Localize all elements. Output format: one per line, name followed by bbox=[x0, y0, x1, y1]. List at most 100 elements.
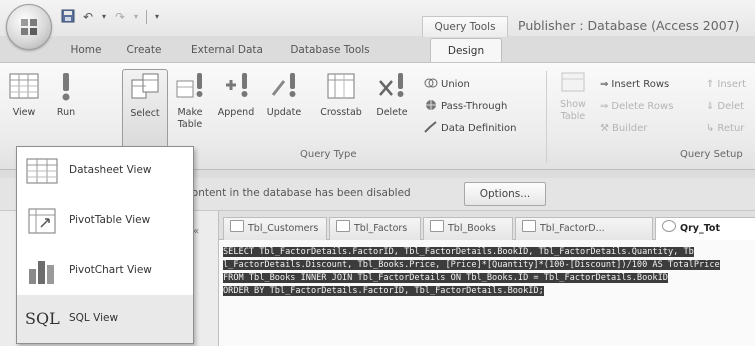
redo-icon[interactable]: ↷ bbox=[112, 9, 128, 25]
pivotchart-view-icon bbox=[29, 261, 54, 284]
delete-rows-icon: ⇒ bbox=[600, 101, 609, 112]
tab-home[interactable]: Home bbox=[60, 38, 112, 62]
show-table-label: Show Table bbox=[560, 99, 586, 122]
security-warning-text: n content in the database has been disab… bbox=[176, 187, 411, 199]
delete-rows-button[interactable]: ⇒ Delete Rows bbox=[600, 99, 673, 115]
return-icon: ↳ bbox=[706, 123, 715, 134]
delete-label: Delete bbox=[376, 107, 408, 118]
sql-line: FROM Tbl_Books INNER JOIN Tbl_FactorDeta… bbox=[223, 273, 668, 283]
office-button[interactable] bbox=[6, 4, 52, 50]
delete-columns-button[interactable]: ⇓ Delet bbox=[706, 99, 744, 115]
crosstab-icon bbox=[327, 73, 355, 99]
menu-item-label: PivotTable View bbox=[69, 214, 151, 226]
update-button[interactable]: Update bbox=[262, 69, 306, 119]
make-table-button[interactable]: Make Table bbox=[170, 69, 210, 131]
sql-text[interactable]: SELECT Tbl_FactorDetails.FactorID, Tbl_F… bbox=[223, 246, 751, 298]
group-divider bbox=[546, 71, 547, 163]
tab-tbl-factors[interactable]: Tbl_Factors bbox=[329, 217, 421, 240]
window-title: Publisher : Database (Access 2007) bbox=[518, 18, 740, 33]
run-button[interactable]: Run bbox=[46, 69, 86, 119]
tab-create[interactable]: Create bbox=[118, 38, 170, 62]
menu-item-datasheet-view[interactable]: Datasheet View bbox=[17, 147, 193, 195]
union-label: Union bbox=[441, 79, 470, 90]
query-type-group-label: Query Type bbox=[300, 149, 357, 160]
title-bar: ↶ ▾ ↷ ▾ ▾ Query Tools Publisher : Databa… bbox=[0, 0, 755, 37]
pass-through-label: Pass-Through bbox=[441, 101, 508, 112]
customize-icon[interactable]: ▾ bbox=[153, 9, 161, 25]
append-label: Append bbox=[217, 107, 255, 118]
menu-item-pivotchart-view[interactable]: PivotChart View bbox=[17, 247, 193, 295]
union-icon bbox=[424, 78, 438, 88]
menu-item-label: Datasheet View bbox=[69, 164, 152, 176]
pass-through-button[interactable]: Pass-Through bbox=[424, 99, 507, 115]
menu-item-label: PivotChart View bbox=[69, 264, 152, 276]
update-label: Update bbox=[266, 107, 302, 118]
table-icon bbox=[230, 220, 244, 232]
options-button[interactable]: Options... bbox=[464, 182, 546, 206]
view-label: View bbox=[12, 107, 36, 118]
save-icon[interactable] bbox=[60, 9, 76, 25]
delete-rows-label: Delete Rows bbox=[611, 101, 674, 112]
crosstab-button[interactable]: Crosstab bbox=[316, 69, 366, 119]
tab-design[interactable]: Design bbox=[430, 38, 502, 63]
office-logo-icon bbox=[21, 19, 37, 35]
insert-columns-icon: ⇑ bbox=[706, 79, 715, 90]
tab-label: Tbl_Customers bbox=[248, 223, 319, 234]
make-table-icon bbox=[176, 73, 203, 98]
tab-tbl-customers[interactable]: Tbl_Customers bbox=[223, 217, 327, 240]
pivottable-view-icon bbox=[28, 208, 56, 234]
query-tools-context-tab: Query Tools bbox=[422, 16, 508, 37]
select-query-icon bbox=[131, 73, 159, 99]
union-button[interactable]: Union bbox=[424, 77, 470, 93]
crosstab-label: Crosstab bbox=[320, 107, 362, 118]
tab-qry-tot[interactable]: Qry_Tot bbox=[655, 217, 755, 240]
show-table-button[interactable]: Show Table bbox=[556, 69, 590, 123]
insert-columns-button[interactable]: ⇑ Insert bbox=[706, 77, 746, 93]
view-button[interactable]: View bbox=[4, 69, 44, 119]
menu-item-sql-view[interactable]: SQL SQL View bbox=[17, 295, 193, 343]
sql-line: ORDER BY Tbl_FactorDetails.FactorID, Tbl… bbox=[223, 286, 544, 296]
builder-label: Builder bbox=[611, 123, 648, 134]
query-icon bbox=[662, 220, 676, 232]
view-dropdown-menu: Datasheet View PivotTable View PivotChar… bbox=[16, 146, 194, 344]
sql-view-icon: SQL bbox=[25, 309, 60, 328]
builder-button[interactable]: ⚒ Builder bbox=[600, 121, 647, 137]
insert-columns-label: Insert bbox=[717, 79, 747, 90]
datasheet-view-icon bbox=[9, 73, 39, 99]
tab-tbl-books[interactable]: Tbl_Books bbox=[423, 217, 513, 240]
sql-editor[interactable]: SELECT Tbl_FactorDetails.FactorID, Tbl_F… bbox=[219, 240, 755, 346]
delete-columns-label: Delet bbox=[717, 101, 745, 112]
qat-separator bbox=[146, 10, 147, 24]
builder-icon: ⚒ bbox=[600, 123, 609, 134]
menu-item-pivottable-view[interactable]: PivotTable View bbox=[17, 197, 193, 245]
return-button[interactable]: ↳ Retur bbox=[706, 121, 744, 137]
tab-label: Tbl_FactorD... bbox=[540, 223, 605, 234]
delete-button[interactable]: Delete bbox=[372, 69, 412, 119]
datasheet-view-icon bbox=[26, 158, 58, 184]
table-icon bbox=[336, 220, 350, 232]
delete-query-icon bbox=[379, 73, 404, 97]
run-icon bbox=[62, 73, 70, 101]
chevron-down-icon[interactable]: ▾ bbox=[100, 9, 108, 25]
tab-database-tools[interactable]: Database Tools bbox=[284, 38, 376, 62]
chevron-down-icon[interactable]: ▾ bbox=[132, 9, 140, 25]
select-label: Select bbox=[130, 108, 160, 119]
data-definition-label: Data Definition bbox=[441, 123, 517, 134]
table-icon bbox=[522, 220, 536, 232]
query-setup-group-label: Query Setup bbox=[680, 149, 743, 160]
tab-external-data[interactable]: External Data bbox=[184, 38, 270, 62]
data-definition-button[interactable]: Data Definition bbox=[424, 121, 516, 137]
append-icon bbox=[226, 73, 248, 97]
undo-icon[interactable]: ↶ bbox=[80, 9, 96, 25]
update-icon bbox=[271, 73, 296, 97]
select-button[interactable]: Select bbox=[122, 69, 168, 149]
document-tabs: Tbl_Customers Tbl_Factors Tbl_Books Tbl_… bbox=[219, 211, 755, 240]
table-icon bbox=[430, 220, 444, 232]
tab-tbl-factordetails[interactable]: Tbl_FactorD... bbox=[515, 217, 653, 240]
return-label: Retur bbox=[717, 123, 745, 134]
run-label: Run bbox=[56, 107, 76, 118]
make-table-label: Make Table bbox=[177, 107, 203, 130]
insert-rows-button[interactable]: ⇒ Insert Rows bbox=[600, 77, 669, 93]
sql-line: SELECT Tbl_FactorDetails.FactorID, Tbl_F… bbox=[223, 247, 694, 257]
append-button[interactable]: Append bbox=[214, 69, 258, 119]
